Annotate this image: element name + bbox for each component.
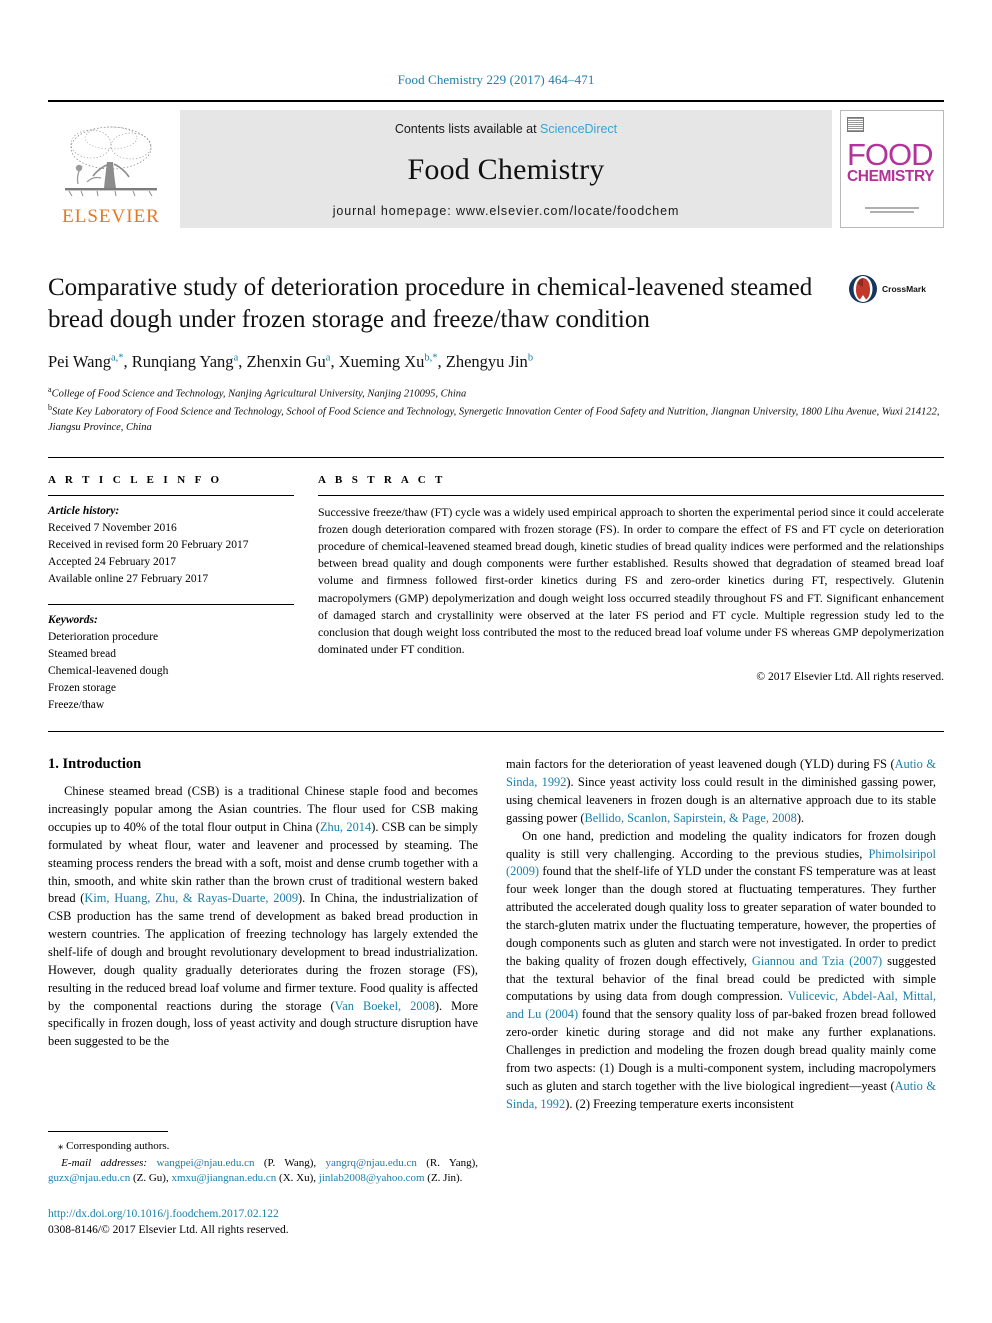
abstract-bottom-rule bbox=[48, 731, 944, 733]
elsevier-tree-icon bbox=[65, 126, 157, 197]
journal-cover-thumbnail: FOOD CHEMISTRY bbox=[840, 110, 944, 228]
author-affiliation-marker: a bbox=[325, 352, 331, 364]
body-columns: 1. Introduction Chinese steamed bread (C… bbox=[48, 756, 944, 1113]
keywords-group: Keywords: Deterioration procedure Steamed… bbox=[48, 605, 294, 714]
author-name: Xueming Xu bbox=[338, 352, 425, 371]
abstract-column: A B S T R A C T Successive freeze/thaw (… bbox=[318, 474, 944, 714]
cover-title-line1: FOOD bbox=[847, 137, 934, 172]
article-history-item: Available online 27 February 2017 bbox=[48, 573, 209, 586]
article-info-column: A R T I C L E I N F O Article history: R… bbox=[48, 474, 318, 714]
crossmark-icon bbox=[849, 275, 877, 303]
elsevier-logo: ELSEVIER bbox=[48, 110, 174, 228]
article-history-lines: Received 7 November 2016 Received in revi… bbox=[48, 520, 294, 588]
affiliation-marker: a bbox=[48, 385, 52, 395]
article-info-heading: A R T I C L E I N F O bbox=[48, 474, 223, 487]
keywords-lines: Deterioration procedure Steamed bread Chem… bbox=[48, 629, 294, 714]
sciencedirect-link[interactable]: ScienceDirect bbox=[540, 122, 617, 136]
affiliation-item: aCollege of Food Science and Technology,… bbox=[48, 385, 467, 400]
abstract-heading: A B S T R A C T bbox=[318, 474, 446, 487]
author-affiliation-marker: a bbox=[233, 352, 239, 364]
affiliation-list: aCollege of Food Science and Technology,… bbox=[48, 384, 944, 435]
email-addresses-note: E-mail addresses: wangpei@njau.edu.cn (P… bbox=[48, 1156, 478, 1187]
footnote-rule bbox=[48, 1131, 168, 1132]
issn-copyright-line: 0308-8146/© 2017 Elsevier Ltd. All right… bbox=[48, 1224, 289, 1237]
author-name: Zhengyu Jin bbox=[445, 352, 528, 371]
cover-emblem-icon bbox=[847, 117, 864, 132]
keyword-item: Frozen storage bbox=[48, 682, 117, 695]
intro-paragraph-left: Chinese steamed bread (CSB) is a traditi… bbox=[48, 784, 479, 1049]
affiliation-marker: b bbox=[48, 403, 52, 413]
doi-link[interactable]: http://dx.doi.org/10.1016/j.foodchem.201… bbox=[48, 1206, 478, 1222]
intro-paragraph-right-1: main factors for the deterioration of ye… bbox=[506, 757, 936, 825]
journal-homepage-link[interactable]: journal homepage: www.elsevier.com/locat… bbox=[333, 204, 680, 218]
corresponding-authors-text: Corresponding authors. bbox=[66, 1140, 170, 1152]
footnote-block: ⁎ Corresponding authors. E-mail addresse… bbox=[48, 1131, 478, 1238]
author-affiliation-marker: a,* bbox=[111, 352, 124, 364]
article-history-item: Received in revised form 20 February 201… bbox=[48, 539, 249, 552]
info-abstract-section: A R T I C L E I N F O Article history: R… bbox=[48, 457, 944, 714]
keyword-item: Steamed bread bbox=[48, 648, 117, 661]
author-name: Pei Wang bbox=[48, 352, 111, 371]
running-head: Food Chemistry 229 (2017) 464–471 bbox=[397, 72, 595, 87]
abstract-copyright: © 2017 Elsevier Ltd. All rights reserved… bbox=[756, 670, 944, 683]
doi-block: http://dx.doi.org/10.1016/j.foodchem.201… bbox=[48, 1206, 478, 1239]
contents-prefix: Contents lists available at bbox=[394, 122, 541, 136]
section-heading-introduction: 1. Introduction bbox=[48, 756, 142, 773]
paper-page: Food Chemistry 229 (2017) 464–471 ELSEVI… bbox=[0, 0, 992, 1323]
intro-paragraph-right-2: On one hand, prediction and modeling the… bbox=[506, 828, 937, 1111]
author-name: Runqiang Yang bbox=[131, 352, 234, 371]
article-history-label: Article history: bbox=[48, 505, 120, 518]
title-block: Comparative study of deterioration proce… bbox=[48, 272, 944, 435]
author-affiliation-marker: b bbox=[527, 352, 534, 364]
crossmark-badge[interactable]: CrossMark bbox=[848, 274, 944, 304]
keywords-label: Keywords: bbox=[48, 614, 98, 627]
journal-masthead: ELSEVIER Contents lists available at Sci… bbox=[48, 100, 944, 228]
author-list: Pei Wanga,*, Runqiang Yanga, Zhenxin Gua… bbox=[48, 352, 534, 371]
email-label: E-mail addresses: bbox=[61, 1156, 148, 1169]
article-history-item: Received 7 November 2016 bbox=[48, 522, 177, 535]
keyword-item: Chemical-leavened dough bbox=[48, 665, 169, 678]
affiliation-item: bState Key Laboratory of Food Science an… bbox=[48, 403, 940, 433]
article-history-item: Accepted 24 February 2017 bbox=[48, 556, 177, 569]
author-name: Zhenxin Gu bbox=[246, 352, 326, 371]
body-column-left: 1. Introduction Chinese steamed bread (C… bbox=[48, 756, 478, 1113]
masthead-center-panel: Contents lists available at ScienceDirec… bbox=[180, 110, 832, 228]
abstract-text: Successive freeze/thaw (FT) cycle was a … bbox=[318, 505, 944, 656]
keyword-item: Freeze/thaw bbox=[48, 699, 105, 712]
contents-available-line: Contents lists available at ScienceDirec… bbox=[395, 122, 617, 136]
corresponding-authors-note: ⁎ Corresponding authors. bbox=[48, 1139, 478, 1155]
keyword-item: Deterioration procedure bbox=[48, 631, 159, 644]
page-title: Comparative study of deterioration proce… bbox=[48, 274, 813, 333]
author-affiliation-marker: b,* bbox=[424, 352, 438, 364]
article-history-group: Article history: Received 7 November 201… bbox=[48, 496, 294, 588]
journal-title: Food Chemistry bbox=[407, 153, 605, 186]
corresponding-star-icon: ⁎ bbox=[57, 1140, 64, 1152]
crossmark-label: CrossMark bbox=[882, 284, 926, 294]
elsevier-wordmark: ELSEVIER bbox=[62, 206, 160, 227]
body-column-right: main factors for the deterioration of ye… bbox=[506, 756, 936, 1113]
cover-footer-marks bbox=[841, 207, 943, 215]
cover-title-line2: CHEMISTRY bbox=[847, 168, 935, 186]
